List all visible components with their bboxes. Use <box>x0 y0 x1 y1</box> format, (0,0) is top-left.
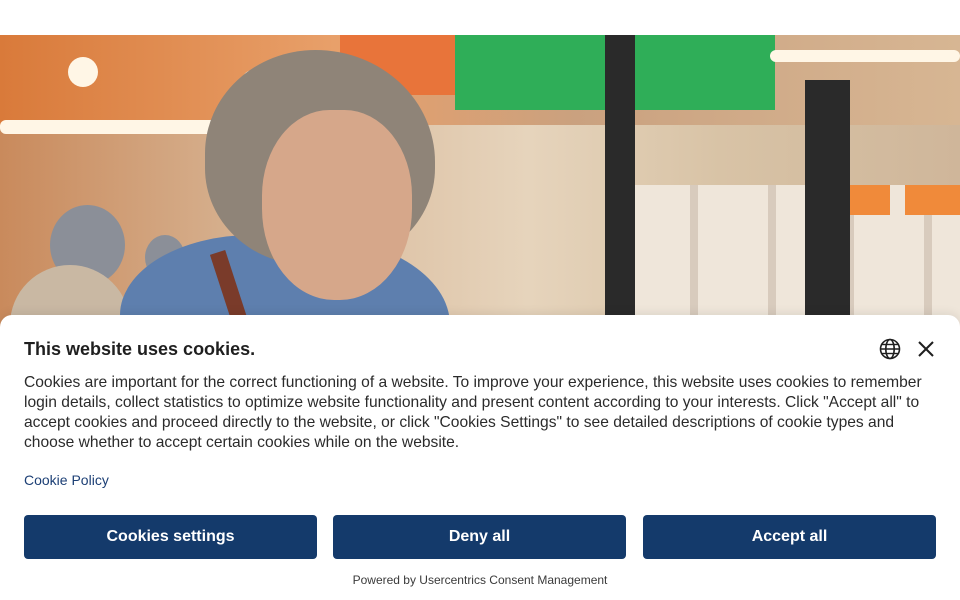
hero-pole <box>805 80 850 315</box>
cookie-consent-banner: This website uses cookies. Cookies are i… <box>0 315 960 600</box>
language-button[interactable] <box>879 338 901 360</box>
globe-icon <box>879 338 901 360</box>
page-header-bar <box>0 0 960 35</box>
deny-all-button[interactable]: Deny all <box>333 515 626 559</box>
cookie-policy-link[interactable]: Cookie Policy <box>24 472 109 488</box>
close-button[interactable] <box>915 338 937 360</box>
powered-by-text: Powered by Usercentrics Consent Manageme… <box>352 573 608 587</box>
hero-pole <box>605 35 635 315</box>
cookie-banner-title: This website uses cookies. <box>24 339 256 359</box>
hero-woman-face <box>262 110 412 300</box>
close-icon <box>918 341 934 357</box>
cookies-settings-button[interactable]: Cookies settings <box>24 515 317 559</box>
hero-shelf-tag <box>905 185 960 215</box>
accept-all-button[interactable]: Accept all <box>643 515 936 559</box>
hero-light <box>0 120 230 134</box>
cookie-banner-description: Cookies are important for the correct fu… <box>24 374 922 451</box>
hero-light <box>770 50 960 62</box>
hero-light <box>68 57 98 87</box>
